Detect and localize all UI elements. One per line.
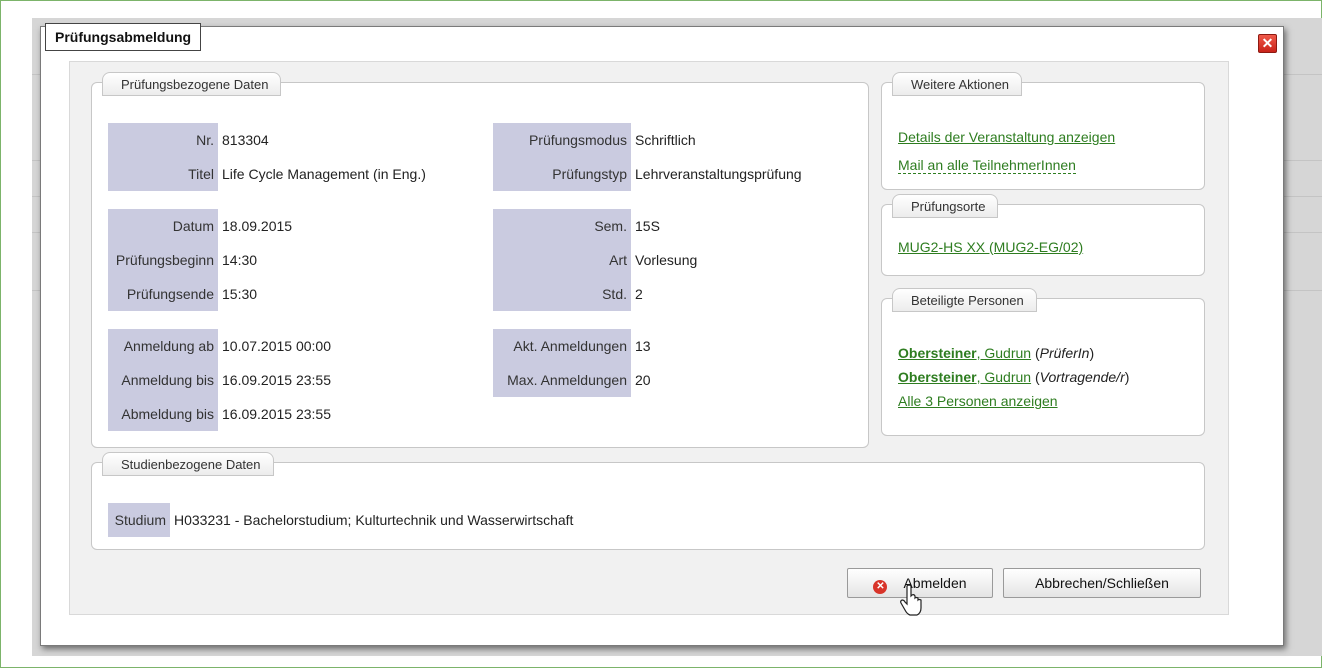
beginn-label: Prüfungsbeginn xyxy=(115,252,214,268)
datum-value: 18.09.2015 xyxy=(222,218,293,234)
max-anmeldungen-value: 20 xyxy=(635,372,651,388)
exam-deregistration-dialog: Prüfungsabmeldung ✕ Prüfungsbezogene Dat… xyxy=(40,23,1284,646)
studium-value: H033231 - Bachelorstudium; Kulturtechnik… xyxy=(174,512,574,528)
sem-label: Sem. xyxy=(594,218,627,234)
titel-value: Life Cycle Management (in Eng.) xyxy=(222,166,426,182)
mail-all-link[interactable]: Mail an alle TeilnehmerInnen xyxy=(898,157,1076,174)
study-data-section: Studienbezogene Daten Studium H033231 - … xyxy=(91,452,1205,550)
cancel-close-button-label: Abbrechen/Schließen xyxy=(1035,575,1169,591)
anmeldung-bis-label: Anmeldung bis xyxy=(121,372,214,388)
ende-label: Prüfungsende xyxy=(126,286,214,302)
dialog-title: Prüfungsabmeldung xyxy=(45,23,202,51)
details-link[interactable]: Details der Veranstaltung anzeigen xyxy=(898,129,1115,145)
close-icon[interactable]: ✕ xyxy=(1258,34,1277,53)
nr-label: Nr. xyxy=(196,132,214,148)
involved-persons-legend: Beteiligte Personen xyxy=(892,288,1037,312)
anmeldung-bis-value: 16.09.2015 23:55 xyxy=(222,372,331,388)
person-row: Obersteiner, Gudrun (Vortragende/r) xyxy=(898,369,1130,385)
modus-label: Prüfungsmodus xyxy=(528,132,627,148)
cancel-close-button[interactable]: Abbrechen/Schließen xyxy=(1003,568,1201,598)
akt-anmeldungen-value: 13 xyxy=(635,338,651,354)
modus-value: Schriftlich xyxy=(635,132,696,148)
ende-value: 15:30 xyxy=(222,286,258,302)
art-label: Art xyxy=(609,252,627,268)
abmeldung-bis-value: 16.09.2015 23:55 xyxy=(222,406,331,422)
person-surname-link[interactable]: Obersteiner xyxy=(898,369,977,385)
person-firstname-link[interactable]: , Gudrun xyxy=(977,369,1031,385)
exam-locations-section: Prüfungsorte MUG2-HS XX (MUG2-EG/02) xyxy=(881,194,1205,276)
titel-label: Titel xyxy=(188,166,214,182)
show-all-persons-link[interactable]: Alle 3 Personen anzeigen xyxy=(898,393,1058,409)
anmeldung-ab-value: 10.07.2015 00:00 xyxy=(222,338,331,354)
person-role: Vortragende/r xyxy=(1039,369,1125,385)
further-actions-legend: Weitere Aktionen xyxy=(892,72,1023,96)
art-value: Vorlesung xyxy=(635,252,698,268)
std-label: Std. xyxy=(602,286,627,302)
akt-anmeldungen-label: Akt. Anmeldungen xyxy=(513,338,627,354)
study-data-legend: Studienbezogene Daten xyxy=(102,452,274,476)
exam-data-legend: Prüfungsbezogene Daten xyxy=(102,72,282,96)
exam-locations-legend: Prüfungsorte xyxy=(892,194,999,218)
beginn-value: 14:30 xyxy=(222,252,258,268)
sem-value: 15S xyxy=(635,218,660,234)
std-value: 2 xyxy=(635,286,643,302)
person-role: PrüferIn xyxy=(1039,345,1090,361)
room-link[interactable]: MUG2-HS XX (MUG2-EG/02) xyxy=(898,239,1083,255)
datum-label: Datum xyxy=(172,218,214,234)
abmeldung-bis-label: Abmeldung bis xyxy=(121,406,214,422)
person-row: Obersteiner, Gudrun (PrüferIn) xyxy=(898,345,1095,361)
hand-cursor-icon xyxy=(900,584,922,616)
further-actions-section: Weitere Aktionen Details der Veranstaltu… xyxy=(881,72,1205,190)
cancel-x-icon: ✕ xyxy=(873,580,888,594)
person-surname-link[interactable]: Obersteiner xyxy=(898,345,977,361)
person-firstname-link[interactable]: , Gudrun xyxy=(977,345,1031,361)
anmeldung-ab-label: Anmeldung ab xyxy=(123,338,214,354)
exam-data-section: Prüfungsbezogene Daten Nr. 813304 Titel … xyxy=(91,72,869,448)
dialog-body: Prüfungsbezogene Daten Nr. 813304 Titel … xyxy=(69,61,1229,616)
typ-value: Lehrveranstaltungsprüfung xyxy=(635,166,802,182)
nr-value: 813304 xyxy=(222,132,269,148)
typ-label: Prüfungstyp xyxy=(552,166,627,182)
involved-persons-section: Beteiligte Personen Obersteiner, Gudrun … xyxy=(881,288,1205,436)
max-anmeldungen-label: Max. Anmeldungen xyxy=(507,372,627,388)
studium-label: Studium xyxy=(114,512,166,528)
